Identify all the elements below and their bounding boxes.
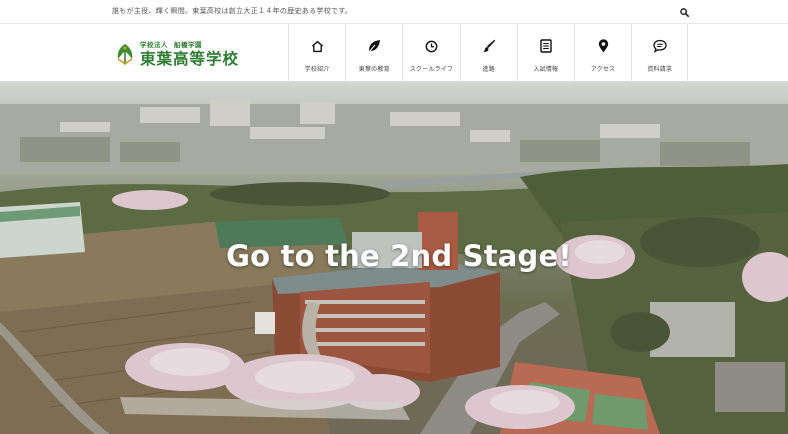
nav-item-about[interactable]: 学校紹介	[288, 24, 345, 82]
map-pin-icon	[595, 38, 611, 54]
nav-label: 東葉の教育	[358, 66, 390, 73]
search-icon	[679, 7, 689, 17]
top-info-bar: 誰もが主役、輝く瞬間。東葉高校は創立大正１４年の歴史ある学校です。	[0, 0, 788, 24]
chat-icon	[652, 38, 668, 54]
nav-label: 入試情報	[533, 66, 559, 73]
school-emblem-icon	[117, 44, 133, 66]
hero-banner: Go to the 2nd Stage!	[0, 82, 788, 434]
nav-item-school-life[interactable]: スクールライフ	[402, 24, 459, 82]
main-navigation: 学校紹介 東葉の教育 スクールライフ 進路 入試情報 アクセス 資料請求	[288, 24, 689, 82]
leaf-icon	[366, 38, 382, 54]
school-corporation-label: 学校法人 船橋学園	[140, 41, 202, 49]
nav-item-career[interactable]: 進路	[459, 24, 517, 82]
school-name: 東葉高等学校	[140, 48, 240, 68]
nav-label: アクセス	[590, 66, 616, 73]
nav-item-request-materials[interactable]: 資料請求	[631, 24, 689, 82]
nav-item-admissions[interactable]: 入試情報	[516, 24, 574, 82]
school-notice-text: 誰もが主役、輝く瞬間。東葉高校は創立大正１４年の歴史ある学校です。	[112, 7, 353, 15]
home-icon	[309, 38, 325, 54]
clock-icon	[423, 38, 439, 54]
nav-item-education[interactable]: 東葉の教育	[345, 24, 402, 82]
hero-headline: Go to the 2nd Stage!	[226, 239, 572, 273]
brush-icon	[481, 38, 497, 54]
nav-label: 進路	[482, 66, 495, 73]
nav-label: スクールライフ	[409, 66, 454, 73]
nav-label: 学校紹介	[304, 66, 330, 73]
school-logo-link[interactable]: 学校法人 船橋学園 東葉高等学校	[114, 39, 239, 69]
site-header: 学校法人 船橋学園 東葉高等学校 学校紹介 東葉の教育 スクールライフ 進路 入…	[0, 24, 788, 82]
nav-item-access[interactable]: アクセス	[573, 24, 631, 82]
document-icon	[538, 38, 554, 54]
nav-label: 資料請求	[647, 66, 673, 73]
search-button[interactable]	[677, 5, 691, 19]
